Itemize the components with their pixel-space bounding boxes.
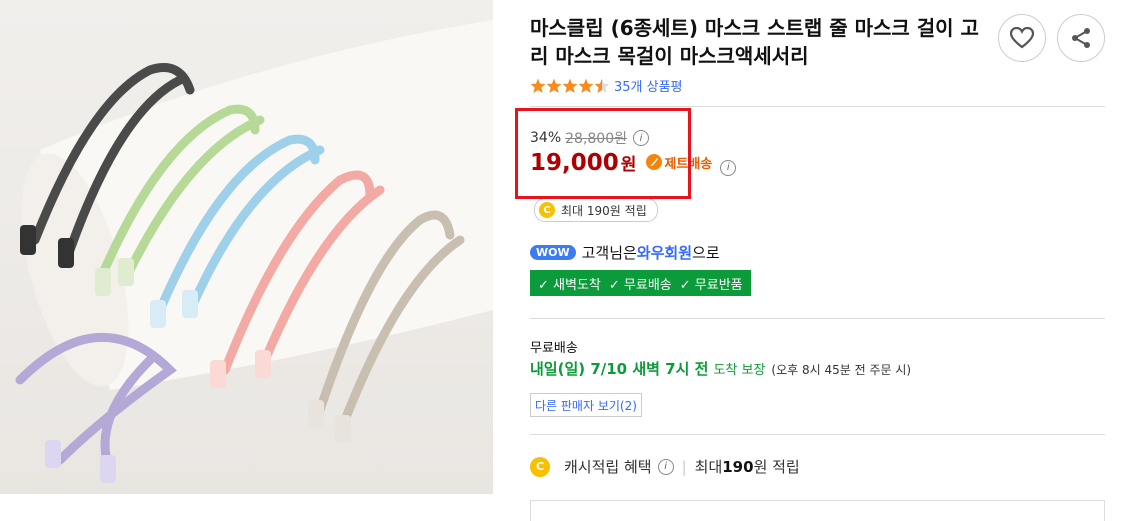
product-info-panel: 마스클립 (6종세트) 마스크 스트랩 줄 마스크 걸이 고리 마스크 목걸이 … — [530, 0, 1105, 521]
coin-icon: C — [539, 202, 555, 218]
cash-amount: 190 — [722, 457, 754, 476]
wow-suffix: 으로 — [692, 244, 720, 262]
cash-info-icon[interactable]: i — [657, 458, 674, 475]
max-points-text: 최대 190원 적립 — [561, 203, 647, 218]
star-icon — [530, 78, 546, 93]
wishlist-button[interactable] — [998, 14, 1046, 62]
wow-badge: WOW — [530, 245, 576, 260]
delivery-estimate: 내일(일) 7/10 새벽 7시 전 도착 보장 (오후 8시 45분 전 주문… — [530, 358, 911, 379]
separator: | — [681, 457, 687, 476]
max-points-chip: C 최대 190원 적립 — [534, 198, 658, 222]
product-image[interactable] — [0, 0, 493, 494]
half-star-icon — [594, 78, 610, 93]
review-count-link[interactable]: 35개 상품평 — [614, 76, 683, 95]
wow-member-row: WOW 고객님은 와우회원 으로 — [530, 242, 720, 263]
shipping-label: 무료배송 — [530, 341, 578, 356]
cash-coin-icon: C — [530, 456, 550, 477]
benefit-free-shipping: ✓ 무료배송 — [608, 277, 672, 293]
divider — [530, 106, 1105, 107]
divider — [530, 318, 1105, 319]
wow-prefix: 고객님은 — [581, 244, 637, 262]
cash-label: 캐시적립 혜택 — [564, 458, 652, 476]
benefit-dawn-delivery: ✓ 새벽도착 — [538, 277, 601, 293]
delivery-guarantee: 도착 보장 — [713, 363, 766, 378]
other-sellers-button[interactable]: 다른 판매자 보기(2) — [530, 393, 642, 417]
wow-benefits-bar: ✓ 새벽도착 ✓ 무료배송 ✓ 무료반품 — [530, 270, 751, 296]
benefit-free-return: ✓ 무료반품 — [679, 277, 743, 293]
rating-row[interactable]: 35개 상품평 — [530, 76, 683, 95]
heart-icon — [1010, 27, 1034, 49]
star-icon — [562, 78, 578, 93]
wow-member-link[interactable]: 와우회원 — [637, 242, 692, 263]
divider — [530, 434, 1105, 435]
cash-max-suffix: 원 적립 — [753, 458, 800, 476]
share-button[interactable] — [1057, 14, 1105, 62]
cash-max-prefix: 최대 — [694, 458, 723, 476]
star-icon — [546, 78, 562, 93]
cash-reward-row: C 캐시적립 혜택 i | 최대 190 원 적립 — [530, 456, 800, 477]
star-rating — [530, 78, 610, 94]
price-highlight-box — [515, 108, 691, 199]
share-icon — [1072, 28, 1090, 48]
delivery-date: 내일(일) 7/10 새벽 7시 전 — [530, 360, 709, 378]
order-condition: (오후 8시 45분 전 주문 시) — [771, 363, 912, 377]
jet-info-icon[interactable]: i — [720, 159, 737, 176]
option-box — [530, 500, 1105, 521]
product-title: 마스클립 (6종세트) 마스크 스트랩 줄 마스크 걸이 고리 마스크 목걸이 … — [530, 16, 979, 68]
star-icon — [578, 78, 594, 93]
